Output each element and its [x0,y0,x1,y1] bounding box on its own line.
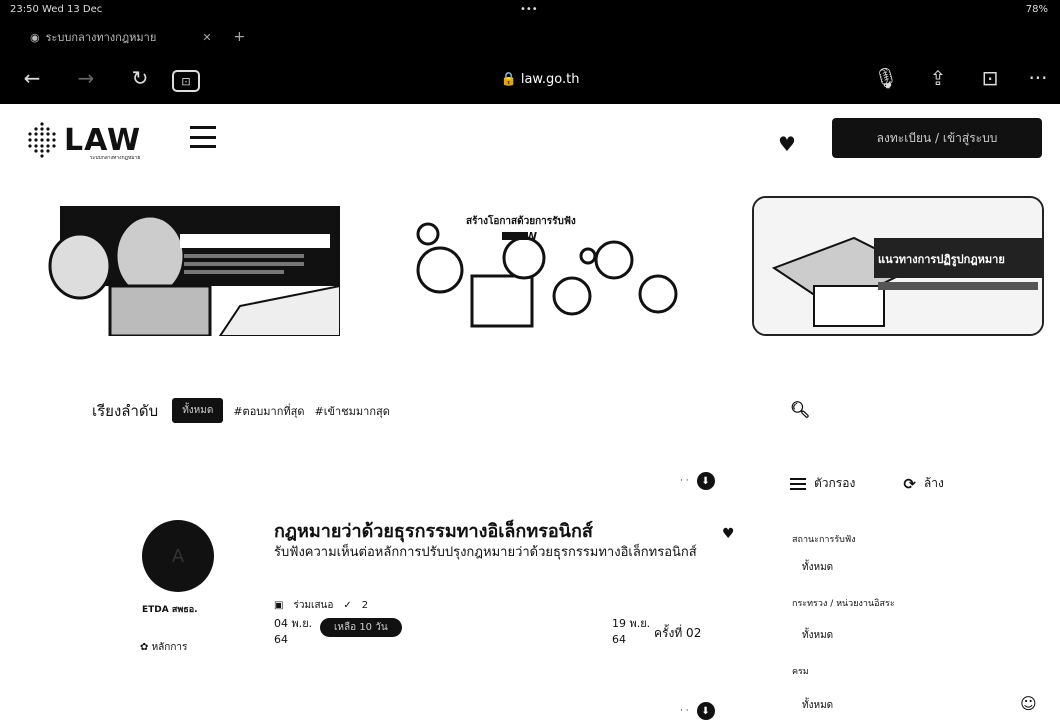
status-center: ••• [520,4,538,15]
sort-option-most-replied[interactable]: #ตอบมากที่สุด [233,402,304,420]
reload-icon[interactable]: ↻ [126,66,154,90]
filter-cabinet-select[interactable]: ทั้งหมด [802,698,833,713]
comment-label: ร่วมเสนอ [293,600,334,611]
org-avatar: A [142,520,214,592]
expand-icon[interactable]: ⬇ [696,702,715,720]
filter-group-label: สถานะการรับฟัง [792,535,856,545]
logo-subtitle: ระบบกลางทางกฎหมาย [90,155,141,161]
org-name: ETDA สพธอ. [142,605,198,615]
card-description: รับฟังความเห็นต่อหลักการปรับปรุงกฎหมายว่… [274,545,697,560]
login-button[interactable]: ลงทะเบียน / เข้าสู่ระบบ [832,118,1042,158]
filter-group-label: ครม [792,667,809,677]
start-date-day: 04 พ.ย. [274,617,313,630]
globe-icon: ◉ [30,30,40,44]
comment-count: 2 [361,600,369,611]
sort-option-all[interactable]: ทั้งหมด [172,398,224,423]
pager-dots: · · [680,706,689,716]
start-date-year: 64 [274,633,288,646]
site-logo[interactable]: LAW ระบบกลางทางกฎหมาย [26,120,142,161]
chat-icon[interactable]: ☺ [1020,694,1037,713]
sort-option-most-viewed[interactable]: #เข้าชมมากสุด [315,402,390,420]
heart-icon[interactable]: ♥ [778,132,796,156]
tab-title: ระบบกลางทางกฎหมาย [45,31,157,44]
banner-2-title: สร้างโอกาสด้วยการรับฟัง [466,216,576,227]
org-tag-label: หลักการ [151,642,188,653]
back-icon[interactable]: ← [18,66,46,90]
meeting-illustration [40,196,340,336]
end-date: 19 พ.ย. 64 [612,616,650,648]
clear-filter-button[interactable]: ล้าง [924,474,944,493]
tabs-icon[interactable]: ⊡ [976,66,1004,90]
address-bar[interactable]: 🔒 law.go.th [180,64,900,94]
expand-icon[interactable]: ⬇ [696,472,715,490]
banner-1[interactable] [40,196,340,336]
battery-status: 78% [1025,4,1048,15]
filter-icon[interactable] [790,477,806,490]
status-bar: 23:50 Wed 13 Dec ••• 78% [0,0,1060,20]
filter-status-select[interactable]: ทั้งหมด [802,560,833,575]
banner-3-title: แนวทางการปฏิรูปกฎหมาย [878,253,1005,266]
banner-2[interactable]: สร้างโอกาสด้วยการรับฟัง LAW [392,196,692,336]
end-date-year: 64 [612,633,626,646]
card-pager: · · ⬇ [680,472,715,490]
logo-mark-icon [28,122,56,158]
favorite-icon[interactable]: ♥ [722,526,735,542]
search-icon[interactable]: 🔍︎ [790,400,810,419]
remaining-badge: เหลือ 10 วัน [320,618,402,637]
pager-dots: · · [680,476,689,486]
share-icon[interactable]: ⇪ [924,66,952,90]
nav-bar: ← → ↻ ⊡ 🔒 law.go.th 🎙 ⇪ ⊡ ··· [0,58,1060,102]
round-label: ครั้งที่ 02 [654,626,702,640]
forward-icon[interactable]: → [72,66,100,90]
banner-2-brand: LAW [510,230,538,243]
check-icon: ✓ [343,600,352,611]
close-tab-icon[interactable]: ✕ [202,31,211,44]
sort-bar: เรียงลำดับ ทั้งหมด #ตอบมากที่สุด #เข้าชม… [92,398,390,423]
refresh-icon[interactable]: ⟳ [903,475,916,493]
new-tab-icon[interactable]: + [234,29,246,45]
org-tag: ✿ หลักการ [140,642,188,653]
status-time: 23:50 Wed 13 Dec [10,4,103,15]
filter-header: ตัวกรอง ⟳ ล้าง [790,474,944,493]
sort-label: เรียงลำดับ [92,401,159,420]
filter-ministry-select[interactable]: ทั้งหมด [802,628,833,643]
browser-tab[interactable]: ◉ ระบบกลางทางกฎหมาย ✕ + [30,26,245,48]
card-meta: ▣ ร่วมเสนอ ✓ 2 [274,598,368,613]
banner-3[interactable]: แนวทางการปฏิรูปกฎหมาย [752,196,1044,336]
mic-icon[interactable]: 🎙 [872,66,900,90]
start-date: 04 พ.ย. 64 [274,616,312,648]
filter-label[interactable]: ตัวกรอง [814,474,855,493]
more-icon[interactable]: ··· [1024,66,1052,90]
logo-text: LAW [64,122,142,158]
card-pager-2: · · ⬇ [680,702,715,720]
filter-group-label: กระทรวง / หน่วยงานอิสระ [792,599,895,609]
tab-bar: ◉ ระบบกลางทางกฎหมาย ✕ + [0,22,1060,52]
browser-chrome: 23:50 Wed 13 Dec ••• 78% ◉ ระบบกลางทางกฎ… [0,0,1060,104]
menu-icon[interactable] [190,126,216,148]
comment-icon: ▣ [274,600,284,611]
end-date-day: 19 พ.ย. [612,617,651,630]
card-title[interactable]: กฎหมายว่าด้วยธุรกรรมทางอิเล็กทรอนิกส์ [274,516,593,545]
